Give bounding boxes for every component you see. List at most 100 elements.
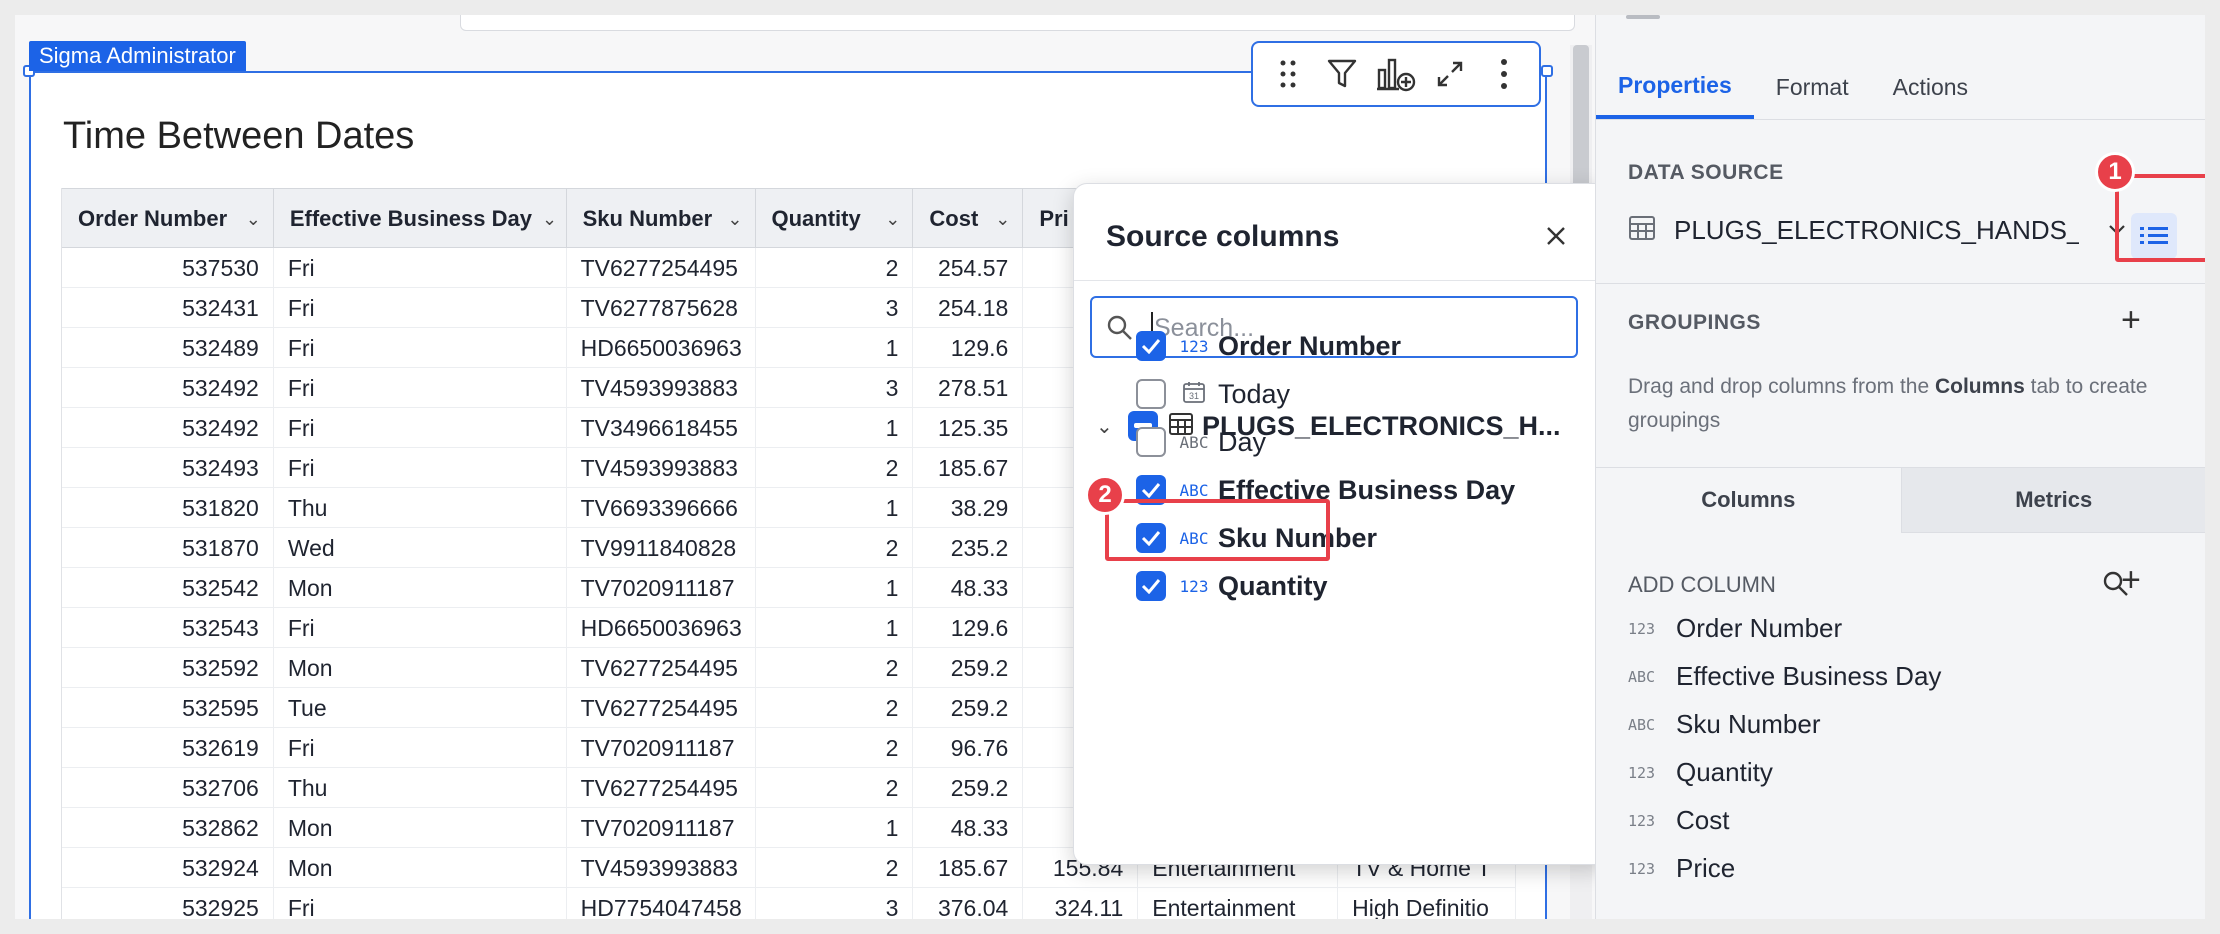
checked-checkbox[interactable] (1136, 331, 1166, 361)
table-cell[interactable]: Mon (274, 848, 567, 888)
chevron-down-icon[interactable]: ⌄ (1096, 414, 1118, 439)
drag-handle-icon[interactable] (1266, 52, 1310, 96)
table-cell[interactable]: TV6277254495 (567, 648, 756, 688)
table-cell[interactable]: 3 (756, 288, 914, 328)
table-cell[interactable]: 531870 (62, 528, 274, 568)
table-cell[interactable]: 278.51 (913, 368, 1024, 408)
table-cell[interactable]: 532862 (62, 808, 274, 848)
table-cell[interactable]: 1 (756, 408, 914, 448)
panel-column-item[interactable]: 123 Order Number (1628, 613, 1842, 644)
chevron-down-icon[interactable]: ⌄ (727, 209, 742, 230)
table-cell[interactable]: 2 (756, 688, 914, 728)
close-icon[interactable] (1540, 220, 1572, 252)
table-row[interactable]: 532925 Fri HD7754047458 3 376.04 324.11 Entert… (62, 888, 1516, 919)
table-cell[interactable]: Mon (274, 808, 567, 848)
table-cell[interactable]: 185.67 (913, 848, 1024, 888)
table-cell[interactable]: Fri (274, 408, 567, 448)
table-cell[interactable]: 129.6 (913, 328, 1024, 368)
chevron-down-icon[interactable]: ⌄ (885, 209, 900, 230)
add-grouping-icon[interactable]: + (2121, 301, 2141, 340)
table-cell[interactable]: 254.57 (913, 248, 1024, 288)
expand-icon[interactable] (1428, 52, 1472, 96)
table-cell[interactable]: 532595 (62, 688, 274, 728)
table-cell[interactable]: 235.2 (913, 528, 1024, 568)
table-cell[interactable]: TV6277254495 (567, 768, 756, 808)
table-cell[interactable]: 2 (756, 768, 914, 808)
table-cell[interactable]: 1 (756, 608, 914, 648)
table-cell[interactable]: Fri (274, 728, 567, 768)
table-cell[interactable]: TV9911840828 (567, 528, 756, 568)
table-cell[interactable]: Fri (274, 288, 567, 328)
table-cell[interactable]: 532592 (62, 648, 274, 688)
source-column-item[interactable]: 31 Today (1136, 372, 1290, 416)
column-header[interactable]: Effective Business Day ⌄ (274, 189, 567, 249)
table-cell[interactable]: 38.29 (913, 488, 1024, 528)
resize-handle-top-right[interactable] (1541, 65, 1553, 77)
table-cell[interactable]: HD7754047458 (567, 888, 756, 919)
table-cell[interactable]: TV3496618455 (567, 408, 756, 448)
table-cell[interactable]: 532489 (62, 328, 274, 368)
table-cell[interactable]: 532925 (62, 888, 274, 919)
table-cell[interactable]: TV4593993883 (567, 448, 756, 488)
table-cell[interactable]: 129.6 (913, 608, 1024, 648)
table-cell[interactable]: 48.33 (913, 808, 1024, 848)
column-header[interactable]: Order Number ⌄ (62, 189, 274, 249)
source-column-item[interactable]: 123 Quantity (1136, 564, 1328, 608)
source-column-item[interactable]: 123 Order Number (1136, 324, 1401, 368)
table-cell[interactable]: 531820 (62, 488, 274, 528)
table-cell[interactable]: Mon (274, 568, 567, 608)
table-cell[interactable]: TV7020911187 (567, 568, 756, 608)
table-cell[interactable]: 3 (756, 888, 914, 919)
table-cell[interactable]: Fri (274, 888, 567, 919)
unchecked-checkbox[interactable] (1136, 379, 1166, 409)
tab-columns[interactable]: Columns (1596, 467, 1901, 533)
source-column-item[interactable]: ABC Day (1136, 420, 1266, 464)
table-cell[interactable]: Mon (274, 648, 567, 688)
chevron-down-icon[interactable]: ⌄ (542, 209, 557, 230)
table-cell[interactable]: 532492 (62, 368, 274, 408)
table-cell[interactable]: High Definitio (1338, 888, 1516, 919)
table-cell[interactable]: 96.76 (913, 728, 1024, 768)
table-cell[interactable]: 532924 (62, 848, 274, 888)
table-cell[interactable]: 532492 (62, 408, 274, 448)
table-cell[interactable]: Fri (274, 448, 567, 488)
table-cell[interactable]: 2 (756, 448, 914, 488)
table-cell[interactable]: 532493 (62, 448, 274, 488)
table-cell[interactable]: Fri (274, 248, 567, 288)
table-cell[interactable]: 532431 (62, 288, 274, 328)
table-cell[interactable]: 259.2 (913, 768, 1024, 808)
column-header[interactable]: Cost ⌄ (913, 189, 1024, 249)
table-cell[interactable]: 376.04 (913, 888, 1024, 919)
panel-column-item[interactable]: 123 Price (1628, 853, 1735, 884)
data-source-selector[interactable]: PLUGS_ELECTRONICS_HANDS_... (1628, 215, 2079, 246)
chevron-down-icon[interactable]: ⌄ (995, 209, 1010, 230)
table-cell[interactable]: Fri (274, 608, 567, 648)
panel-column-item[interactable]: 123 Quantity (1628, 757, 1773, 788)
table-cell[interactable]: TV6693396666 (567, 488, 756, 528)
table-cell[interactable]: TV6277254495 (567, 248, 756, 288)
panel-column-item[interactable]: 123 Cost (1628, 805, 1729, 836)
tab-format[interactable]: Format (1754, 55, 1871, 119)
table-cell[interactable]: 259.2 (913, 688, 1024, 728)
table-cell[interactable]: 2 (756, 848, 914, 888)
column-header[interactable]: Sku Number ⌄ (567, 189, 756, 249)
chevron-down-icon[interactable]: ⌄ (246, 209, 261, 230)
table-cell[interactable]: 185.67 (913, 448, 1024, 488)
table-cell[interactable]: Entertainment (1138, 888, 1339, 919)
add-chart-icon[interactable] (1374, 52, 1418, 96)
table-cell[interactable]: 259.2 (913, 648, 1024, 688)
table-cell[interactable]: 254.18 (913, 288, 1024, 328)
table-cell[interactable]: 125.35 (913, 408, 1024, 448)
table-cell[interactable]: TV7020911187 (567, 808, 756, 848)
table-cell[interactable]: 3 (756, 368, 914, 408)
tab-properties[interactable]: Properties (1596, 55, 1754, 119)
table-cell[interactable]: HD6650036963 (567, 328, 756, 368)
table-cell[interactable]: HD6650036963 (567, 608, 756, 648)
table-cell[interactable]: 1 (756, 328, 914, 368)
table-cell[interactable]: 1 (756, 488, 914, 528)
table-cell[interactable]: 2 (756, 648, 914, 688)
panel-column-item[interactable]: ABC Effective Business Day (1628, 661, 1941, 692)
table-cell[interactable]: TV6277875628 (567, 288, 756, 328)
table-cell[interactable]: 1 (756, 808, 914, 848)
panel-column-item[interactable]: ABC Sku Number (1628, 709, 1821, 740)
